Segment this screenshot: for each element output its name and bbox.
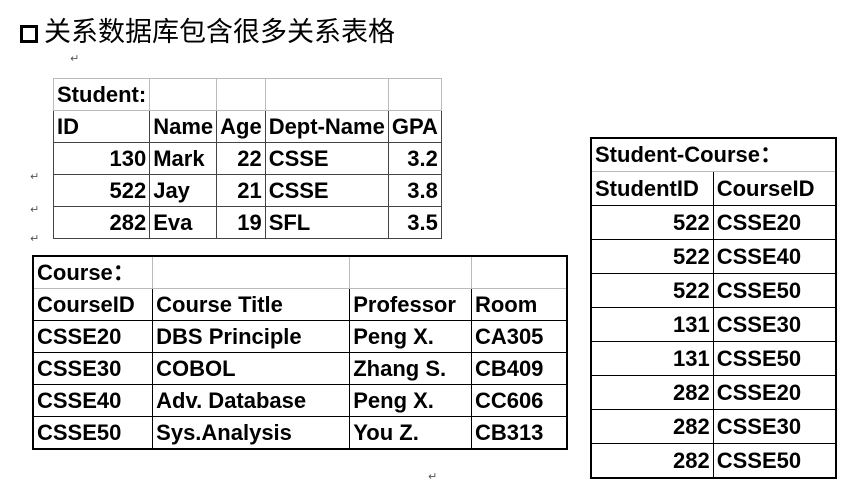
- table-cell: 19: [216, 206, 266, 239]
- table-cell: CSSE40: [32, 384, 154, 417]
- table-header-row: CourseID Course Title Professor Room: [32, 288, 568, 321]
- table-row: CSSE50 Sys.Analysis You Z. CB313: [32, 416, 568, 450]
- table-cell: 282: [590, 375, 714, 410]
- table-row: CSSE30 COBOL Zhang S. CB409: [32, 352, 568, 385]
- table-cell: 522: [590, 205, 714, 240]
- table-cell: CC606: [470, 384, 568, 417]
- table-cell: 282: [52, 206, 151, 239]
- table-cell: CSSE: [264, 174, 389, 207]
- table-cell: 3.5: [387, 206, 442, 239]
- table-row: 282 CSSE50: [590, 443, 837, 479]
- table-cell: Peng X.: [349, 320, 472, 353]
- column-header: Dept-Name: [264, 110, 389, 143]
- table-cell: 282: [590, 409, 714, 444]
- table-row: 282 CSSE20: [590, 375, 837, 410]
- column-header: GPA: [387, 110, 442, 143]
- table-row: 282 CSSE30: [590, 409, 837, 444]
- table-cell: 131: [590, 307, 714, 342]
- table-cell: CSSE50: [712, 443, 837, 479]
- title-text: 关系数据库包含很多关系表格: [44, 17, 395, 48]
- column-header: Course Title: [152, 288, 351, 321]
- table-cell: 522: [590, 239, 714, 274]
- table-row: 282 Eva 19 SFL 3.5: [52, 206, 442, 239]
- table-caption: Student:: [52, 78, 151, 111]
- table-cell: Eva: [149, 206, 218, 239]
- table-row: 131 CSSE30: [590, 307, 837, 342]
- table-caption-row: Course：: [32, 255, 568, 289]
- table-cell: CSSE30: [712, 307, 837, 342]
- column-header: CourseID: [32, 288, 154, 321]
- column-header: StudentID: [590, 171, 714, 206]
- column-header: Name: [149, 110, 218, 143]
- table-row: 130 Mark 22 CSSE 3.2: [52, 142, 442, 175]
- table-cell: CSSE20: [32, 320, 154, 353]
- table-cell: CSSE: [264, 142, 389, 175]
- course-table: Course： CourseID Course Title Professor …: [32, 255, 568, 450]
- table-cell: DBS Principle: [152, 320, 351, 353]
- table-cell: 522: [52, 174, 151, 207]
- table-cell: 131: [590, 341, 714, 376]
- table-row: 131 CSSE50: [590, 341, 837, 376]
- table-cell: Mark: [149, 142, 218, 175]
- table-caption-row: Student-Course：: [590, 137, 837, 172]
- column-header: Room: [470, 288, 568, 321]
- table-cell: 282: [590, 443, 714, 479]
- paragraph-mark: ↵: [30, 203, 40, 216]
- table-cell: Peng X.: [349, 384, 472, 417]
- paragraph-mark: ↵: [30, 170, 40, 183]
- table-cell: 21: [216, 174, 266, 207]
- slide-title: 关系数据库包含很多关系表格: [20, 14, 395, 52]
- table-cell: SFL: [264, 206, 389, 239]
- table-row: CSSE20 DBS Principle Peng X. CA305: [32, 320, 568, 353]
- table-caption: Course：: [32, 255, 154, 289]
- table-row: CSSE40 Adv. Database Peng X. CC606: [32, 384, 568, 417]
- table-cell: CSSE20: [712, 205, 837, 240]
- table-row: 522 CSSE20: [590, 205, 837, 240]
- table-cell: CSSE20: [712, 375, 837, 410]
- column-header: Age: [216, 110, 266, 143]
- table-cell: CSSE40: [712, 239, 837, 274]
- student-table: Student: ID Name Age Dept-Name GPA 130 M…: [52, 78, 442, 239]
- column-header: CourseID: [712, 171, 837, 206]
- table-cell: CB409: [470, 352, 568, 385]
- paragraph-mark: ↵: [428, 470, 438, 483]
- table-cell: 522: [590, 273, 714, 308]
- paragraph-mark: ↵: [70, 52, 80, 65]
- table-cell: CSSE50: [712, 273, 837, 308]
- table-cell: CB313: [470, 416, 568, 450]
- table-cell: 3.8: [387, 174, 442, 207]
- table-cell: 130: [52, 142, 151, 175]
- table-cell: COBOL: [152, 352, 351, 385]
- table-row: 522 Jay 21 CSSE 3.8: [52, 174, 442, 207]
- table-cell: Jay: [149, 174, 218, 207]
- table-cell: Sys.Analysis: [152, 416, 351, 450]
- table-cell: Zhang S.: [349, 352, 472, 385]
- table-cell: 3.2: [387, 142, 442, 175]
- table-header-row: StudentID CourseID: [590, 171, 837, 206]
- table-cell: Adv. Database: [152, 384, 351, 417]
- table-cell: CSSE50: [32, 416, 154, 450]
- paragraph-mark: ↵: [30, 232, 40, 245]
- table-caption: Student-Course：: [590, 137, 837, 172]
- bullet-square-icon: [20, 25, 38, 43]
- table-cell: CSSE30: [32, 352, 154, 385]
- table-row: 522 CSSE40: [590, 239, 837, 274]
- table-cell: CA305: [470, 320, 568, 353]
- table-row: 522 CSSE50: [590, 273, 837, 308]
- table-caption-row: Student:: [52, 78, 442, 111]
- column-header: Professor: [349, 288, 472, 321]
- student-course-table: Student-Course： StudentID CourseID 522 C…: [590, 137, 837, 479]
- table-cell: CSSE50: [712, 341, 837, 376]
- table-cell: You Z.: [349, 416, 472, 450]
- column-header: ID: [52, 110, 151, 143]
- table-cell: CSSE30: [712, 409, 837, 444]
- table-header-row: ID Name Age Dept-Name GPA: [52, 110, 442, 143]
- table-cell: 22: [216, 142, 266, 175]
